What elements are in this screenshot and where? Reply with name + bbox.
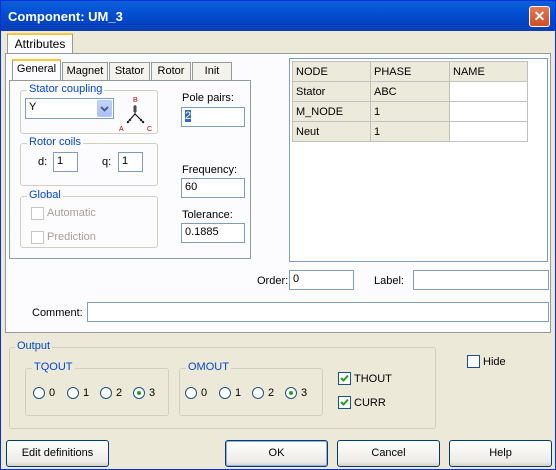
tab-attributes[interactable]: Attributes	[7, 33, 73, 54]
omout-radio-2[interactable]	[252, 387, 264, 399]
table-cell-node: M_NODE	[292, 101, 371, 122]
table-header-row: NODE PHASE NAME	[292, 61, 528, 82]
output-label: Output	[15, 340, 53, 352]
omout-option-label: 2	[268, 387, 275, 399]
omout-radio-3[interactable]	[285, 387, 297, 399]
chevron-down-icon[interactable]	[97, 100, 112, 117]
tqout-radio-0[interactable]	[33, 387, 45, 399]
table-header-phase: PHASE	[370, 61, 450, 82]
tqout-label: TQOUT	[32, 361, 75, 373]
global-label: Global	[27, 189, 63, 201]
stator-coupling-select[interactable]: Y	[25, 98, 114, 119]
omout-option-label: 1	[235, 387, 242, 399]
rotor-coils-label: Rotor coils	[27, 136, 83, 148]
tqout-group	[25, 368, 169, 416]
omout-option-label: 3	[301, 387, 308, 399]
table-cell-node: Stator	[292, 81, 371, 102]
omout-option-label: 0	[201, 387, 208, 399]
label-field-label: Label:	[374, 275, 404, 287]
order-input[interactable]: 0	[289, 270, 354, 290]
frequency-label: Frequency:	[182, 164, 238, 176]
tqout-radio-1[interactable]	[67, 387, 79, 399]
checkmark-icon	[340, 398, 349, 406]
tqout-option-label: 0	[49, 387, 56, 399]
stator-coupling-label: Stator coupling	[27, 83, 105, 95]
table-row[interactable]: Stator ABC	[292, 81, 528, 102]
table-header-name: NAME	[449, 61, 528, 82]
close-button[interactable]: ✕	[529, 6, 550, 27]
pole-pairs-label: Pole pairs:	[182, 92, 234, 104]
subtab-stator[interactable]: Stator	[109, 62, 150, 80]
tqout-radio-2[interactable]	[100, 387, 112, 399]
tolerance-label: Tolerance:	[182, 209, 233, 221]
pole-pairs-input[interactable]: 2	[181, 107, 245, 127]
frequency-input[interactable]: 60	[181, 178, 245, 198]
automatic-checkbox[interactable]	[31, 207, 44, 220]
table-cell-name[interactable]	[449, 101, 528, 122]
cancel-button[interactable]: Cancel	[337, 440, 440, 467]
ok-button[interactable]: OK	[225, 440, 328, 467]
label-input[interactable]	[413, 270, 549, 290]
thout-label: THOUT	[354, 373, 392, 385]
table-cell-phase[interactable]: 1	[370, 121, 450, 142]
rotor-q-input[interactable]: 1	[118, 152, 143, 172]
prediction-label: Prediction	[47, 231, 96, 243]
tqout-option-label: 3	[149, 387, 156, 399]
rotor-q-label: q:	[102, 156, 112, 168]
subtab-rotor[interactable]: Rotor	[151, 62, 191, 80]
edit-definitions-button[interactable]: Edit definitions	[6, 440, 109, 467]
tqout-radio-3[interactable]	[133, 387, 145, 399]
order-label: Order:	[257, 275, 289, 287]
window-title: Component: UM_3	[8, 9, 123, 24]
tqout-option-label: 2	[116, 387, 123, 399]
table-cell-phase[interactable]: ABC	[370, 81, 450, 102]
tolerance-input[interactable]: 0.1885	[181, 223, 245, 243]
subtab-magnet[interactable]: Magnet	[62, 62, 108, 80]
icon-letter-a: A	[119, 126, 124, 132]
wye-connection-icon: B A C	[118, 94, 152, 133]
node-table-area: NODE PHASE NAME Stator ABC M_NODE 1 Neut…	[289, 58, 548, 262]
node-table: NODE PHASE NAME Stator ABC M_NODE 1 Neut…	[292, 61, 528, 142]
curr-checkbox[interactable]	[338, 396, 351, 409]
omout-label: OMOUT	[186, 361, 231, 373]
checkmark-icon	[340, 374, 349, 382]
table-cell-node: Neut	[292, 121, 371, 142]
omout-radio-1[interactable]	[219, 387, 231, 399]
comment-input[interactable]	[87, 302, 549, 322]
icon-letter-c: C	[147, 126, 152, 132]
icon-letter-b: B	[133, 97, 138, 104]
subtab-general[interactable]: General	[12, 59, 61, 81]
rotor-d-label: d:	[38, 156, 48, 168]
automatic-label: Automatic	[47, 207, 96, 219]
stator-coupling-value: Y	[29, 101, 37, 113]
hide-checkbox[interactable]	[467, 355, 480, 368]
curr-label: CURR	[354, 397, 386, 409]
table-cell-name[interactable]	[449, 121, 528, 142]
thout-checkbox[interactable]	[338, 372, 351, 385]
pole-pairs-value: 2	[185, 110, 192, 122]
tqout-option-label: 1	[83, 387, 90, 399]
rotor-d-input[interactable]: 1	[53, 152, 78, 172]
component-dialog: Component: UM_3 ✕ Attributes General Mag…	[0, 0, 556, 470]
help-button[interactable]: Help	[449, 440, 552, 467]
table-cell-phase[interactable]: 1	[370, 101, 450, 122]
table-row[interactable]: Neut 1	[292, 121, 528, 142]
hide-label: Hide	[483, 356, 506, 368]
table-header-node: NODE	[292, 61, 371, 82]
omout-radio-0[interactable]	[185, 387, 197, 399]
prediction-checkbox[interactable]	[31, 231, 44, 244]
subtab-init[interactable]: Init	[192, 62, 232, 80]
comment-label: Comment:	[32, 307, 83, 319]
table-cell-name[interactable]	[449, 81, 528, 102]
title-bar: Component: UM_3	[1, 1, 555, 31]
table-row[interactable]: M_NODE 1	[292, 101, 528, 122]
